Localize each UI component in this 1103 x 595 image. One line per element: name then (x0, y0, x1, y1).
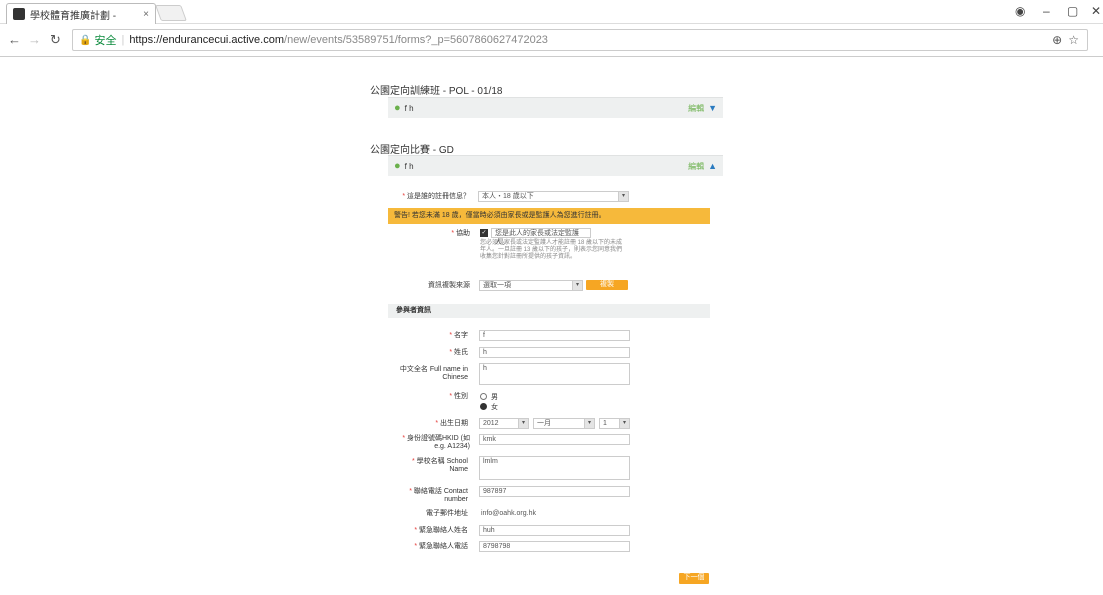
emergency-name-label: * 緊急聯絡人姓名 (414, 527, 468, 534)
browser-tab[interactable]: 學校體育推廣計劃 - × (6, 3, 156, 24)
edit-link[interactable]: 編輯 (688, 103, 704, 114)
hkid-field[interactable]: kmk (479, 434, 630, 445)
dob-month-select[interactable]: 一月 ▾ (533, 418, 595, 429)
new-tab-button[interactable] (155, 5, 187, 21)
age-warning-banner: 警告! 若您未滿 18 歲，僅當時必須由家長或是監護人為您進行註冊。 (388, 208, 710, 224)
bookmark-star-icon[interactable]: ☆ (1068, 33, 1079, 47)
address-bar-row: ← → ↻ 🔒 安全 | https://endurancecui.active… (0, 24, 1103, 57)
select-arrow-icon: ▾ (518, 419, 528, 428)
select-arrow-icon: ▾ (584, 419, 594, 428)
section-title-gd: 公園定向比賽 - GD (370, 145, 454, 156)
select-arrow-icon: ▾ (572, 281, 582, 290)
dob-year-select[interactable]: 2012 ▾ (479, 418, 529, 429)
panel-header-gd[interactable]: ● f h 編輯 ▲ (388, 155, 723, 176)
lock-icon: 🔒 (79, 34, 92, 46)
back-icon[interactable]: ← (8, 32, 21, 47)
school-field[interactable]: lmlm (479, 456, 630, 480)
zoom-icon[interactable]: ⊕ (1052, 33, 1062, 47)
minimize-icon[interactable]: – (1043, 4, 1050, 18)
url-path: /new/events/53589751/forms?_p=5607860627… (284, 34, 548, 46)
dob-day-select[interactable]: 1 ▾ (599, 418, 630, 429)
tab-title: 學校體育推廣計劃 - (30, 10, 117, 22)
dob-label: * 出生日期 (435, 420, 468, 427)
url-host: https://endurancecui.active.com (129, 34, 285, 46)
gender-label: * 性別 (449, 393, 468, 400)
contact-label: * 聯絡電話 Contact number (409, 488, 468, 503)
copy-source-label: 資訊複製來源 (428, 282, 470, 289)
email-value: info@oahk.org.hk (481, 510, 536, 517)
guardian-note: 您必須是家長或法定監護人才能註冊 18 歲以下的未成年人。一旦註冊 13 歲以下… (480, 240, 623, 260)
reload-icon[interactable]: ↻ (50, 32, 61, 48)
favicon-icon (13, 8, 25, 20)
guardian-checkbox[interactable]: ✓ (480, 229, 488, 237)
copy-button[interactable]: 複製 (586, 280, 628, 290)
first-name-field[interactable]: f (479, 330, 630, 341)
gender-option-male: 男 (491, 394, 498, 401)
email-label: 電子郵件地址 (426, 510, 468, 517)
edit-link[interactable]: 編輯 (688, 161, 704, 172)
gender-radio-male[interactable] (480, 393, 487, 400)
last-name-label: * 姓氏 (449, 349, 468, 356)
next-button[interactable]: 下一個 (679, 573, 709, 584)
copy-source-select[interactable]: 選取一項 ▾ (479, 280, 583, 291)
registrant-select[interactable]: 本人・18 歲以下 ▾ (478, 191, 629, 202)
guardian-checkbox-label[interactable]: 您是此人的家長或法定監護人。 (491, 228, 591, 246)
gender-radio-female[interactable] (480, 403, 487, 410)
forward-icon[interactable]: → (28, 32, 41, 47)
close-window-icon[interactable]: ✕ (1091, 4, 1101, 18)
contact-field[interactable]: 987897 (479, 486, 630, 497)
user-icon: ● (394, 102, 401, 114)
participant-info-header: 參與者資訊 (388, 304, 710, 318)
panel-user-name: f h (404, 161, 414, 171)
school-label: * 學校名稱 School Name (411, 458, 468, 473)
assist-label: * 協助 (451, 230, 470, 237)
section-title-pol: 公園定向訓練班 - POL - 01/18 (370, 86, 503, 97)
select-arrow-icon: ▾ (619, 419, 629, 428)
emergency-phone-label: * 緊急聯絡人電話 (414, 543, 468, 550)
last-name-field[interactable]: h (479, 347, 630, 358)
maximize-icon[interactable]: ▢ (1067, 4, 1078, 18)
chevron-down-icon[interactable]: ▼ (708, 103, 717, 113)
chevron-up-icon[interactable]: ▲ (708, 161, 717, 171)
chinese-name-field[interactable]: h (479, 363, 630, 385)
panel-user-name: f h (404, 103, 414, 113)
emergency-phone-field[interactable]: 8798798 (479, 541, 630, 552)
first-name-label: * 名字 (449, 332, 468, 339)
url-input[interactable]: 🔒 安全 | https://endurancecui.active.com /… (72, 29, 1088, 51)
tab-close-icon[interactable]: × (143, 9, 149, 20)
panel-header-pol[interactable]: ● f h 編輯 ▼ (388, 97, 723, 118)
user-icon: ● (394, 160, 401, 172)
registrant-label: * 這是誰的註冊信息？ (402, 193, 470, 200)
tab-strip: 學校體育推廣計劃 - × ◉ – ▢ ✕ (0, 0, 1103, 24)
select-arrow-icon: ▾ (618, 192, 628, 201)
secure-label: 安全 (94, 35, 117, 47)
emergency-name-field[interactable]: huh (479, 525, 630, 536)
gender-option-female: 女 (491, 404, 498, 411)
url-separator: | (121, 34, 125, 46)
profile-icon[interactable]: ◉ (1015, 4, 1025, 18)
chinese-name-label: 中文全名 Full name in Chinese (399, 366, 468, 381)
hkid-label: * 身份證號碼HKID (如 e.g. A1234) (402, 435, 470, 450)
